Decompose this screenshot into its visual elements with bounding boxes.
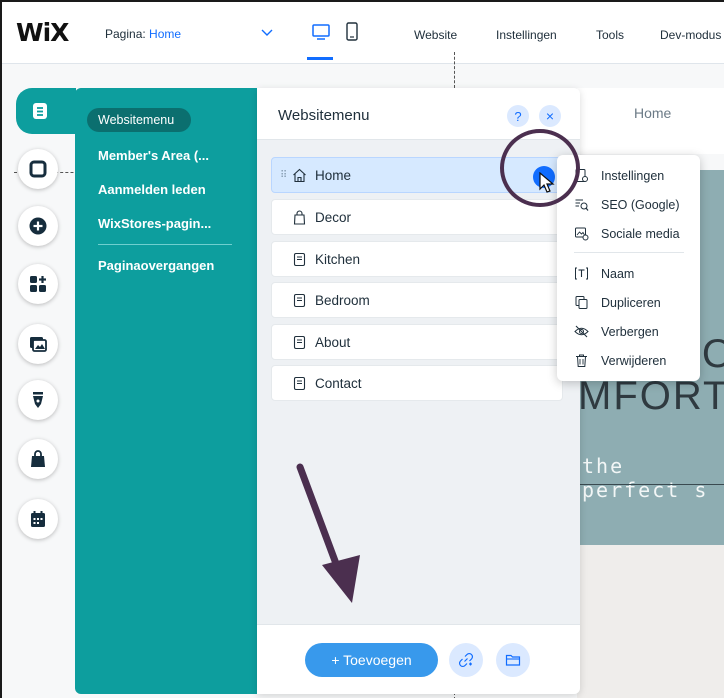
- drag-handle-icon[interactable]: ⠿: [280, 170, 287, 181]
- menu-instellingen[interactable]: Instellingen: [496, 28, 557, 42]
- background-rail-button[interactable]: [18, 149, 58, 189]
- chevron-down-icon[interactable]: [260, 25, 274, 39]
- blog-rail-button[interactable]: [18, 380, 58, 420]
- link-icon: [458, 652, 474, 668]
- menu-dev-modus[interactable]: Dev-modus: [660, 28, 721, 42]
- ctx-label: Verbergen: [601, 325, 659, 339]
- site-hero-lower[interactable]: [577, 545, 724, 698]
- ctx-verwijderen[interactable]: Verwijderen: [574, 352, 699, 372]
- category-websitemenu[interactable]: Websitemenu: [98, 113, 174, 127]
- add-icon: [29, 217, 47, 235]
- ctx-dupliceren[interactable]: Dupliceren: [574, 294, 699, 314]
- page-selector[interactable]: Pagina: Home: [105, 27, 181, 41]
- ctx-label: Naam: [601, 267, 635, 281]
- apps-icon: [30, 276, 46, 292]
- media-rail-button[interactable]: [18, 324, 58, 364]
- hero-subtitle: the perfect s: [582, 454, 709, 502]
- site-nav-home[interactable]: Home: [634, 105, 671, 121]
- add-folder-button[interactable]: [496, 643, 530, 677]
- help-button[interactable]: ?: [507, 105, 529, 127]
- ctx-sociale-media[interactable]: Sociale media: [574, 225, 699, 245]
- desktop-view-indicator: [307, 57, 333, 60]
- background-icon: [29, 160, 47, 178]
- pages-icon: [33, 103, 47, 119]
- ctx-naam[interactable]: Naam: [574, 265, 699, 285]
- page-icon: [293, 252, 306, 267]
- page-row-kitchen[interactable]: Kitchen: [271, 241, 563, 277]
- pages-category-panel: [75, 88, 257, 694]
- annotation-arrow-icon: [296, 463, 360, 603]
- page-label: Contact: [315, 376, 362, 391]
- desktop-view-icon[interactable]: [311, 22, 331, 42]
- page-selector-value: Home: [149, 27, 182, 41]
- wix-logo[interactable]: WiX: [16, 18, 69, 47]
- rename-icon: [575, 267, 588, 280]
- category-aanmelden-leden[interactable]: Aanmelden leden: [98, 182, 206, 197]
- ctx-divider: [574, 252, 684, 253]
- category-members-area[interactable]: Member's Area (...: [98, 148, 209, 163]
- ctx-instellingen[interactable]: Instellingen: [574, 167, 699, 187]
- page-label: Kitchen: [315, 252, 361, 267]
- menu-website[interactable]: Website: [414, 28, 457, 42]
- bag-icon: [293, 210, 306, 225]
- annotation-circle: [500, 129, 580, 207]
- category-wixstores[interactable]: WixStores-pagin...: [98, 216, 211, 231]
- category-divider: [98, 244, 232, 245]
- store-icon: [31, 450, 45, 467]
- close-button[interactable]: ×: [539, 105, 561, 127]
- page-selector-prefix: Pagina:: [105, 27, 150, 41]
- page-icon: [293, 376, 306, 391]
- ctx-label: SEO (Google): [601, 198, 680, 212]
- ctx-verbergen[interactable]: Verbergen: [574, 323, 699, 343]
- bookings-icon: [31, 511, 45, 527]
- page-row-bedroom[interactable]: Bedroom: [271, 282, 563, 318]
- social-icon: [575, 227, 589, 241]
- media-icon: [30, 337, 47, 352]
- menu-tools[interactable]: Tools: [596, 28, 624, 42]
- ctx-label: Dupliceren: [601, 296, 661, 310]
- page-icon: [293, 335, 306, 350]
- top-bar: WiX Pagina: Home Website Instellingen To…: [2, 2, 724, 64]
- category-paginaovergangen[interactable]: Paginaovergangen: [98, 258, 214, 273]
- page-row-about[interactable]: About: [271, 324, 563, 360]
- hero-divider: [578, 484, 724, 485]
- hide-icon: [574, 325, 589, 338]
- site-header[interactable]: [577, 88, 724, 154]
- ctx-label: Sociale media: [601, 227, 680, 241]
- add-link-button[interactable]: [449, 643, 483, 677]
- ctx-label: Verwijderen: [601, 354, 667, 368]
- home-icon: [293, 168, 306, 183]
- add-page-button[interactable]: + Toevoegen: [305, 643, 438, 677]
- page-label: Decor: [315, 210, 352, 225]
- ctx-seo[interactable]: SEO (Google): [574, 196, 699, 216]
- page-label: About: [315, 335, 351, 350]
- page-row-contact[interactable]: Contact: [271, 365, 563, 401]
- seo-icon: [575, 199, 589, 211]
- hero-heading-partial: O: [702, 332, 724, 376]
- bookings-rail-button[interactable]: [18, 499, 58, 539]
- apps-rail-button[interactable]: [18, 264, 58, 304]
- page-label: Bedroom: [315, 293, 370, 308]
- pages-rail-button[interactable]: [16, 88, 76, 134]
- page-label: Home: [315, 168, 352, 183]
- canvas-guide-line: [454, 52, 455, 88]
- mobile-view-icon[interactable]: [345, 22, 359, 42]
- delete-icon: [576, 354, 587, 367]
- pages-panel-title: Websitemenu: [278, 107, 370, 124]
- blog-icon: [33, 392, 43, 408]
- add-rail-button[interactable]: [18, 206, 58, 246]
- page-row-decor[interactable]: Decor: [271, 199, 563, 235]
- store-rail-button[interactable]: [18, 439, 58, 479]
- page-icon: [293, 293, 306, 308]
- folder-icon: [505, 654, 521, 666]
- ctx-label: Instellingen: [601, 169, 665, 183]
- duplicate-icon: [575, 296, 588, 309]
